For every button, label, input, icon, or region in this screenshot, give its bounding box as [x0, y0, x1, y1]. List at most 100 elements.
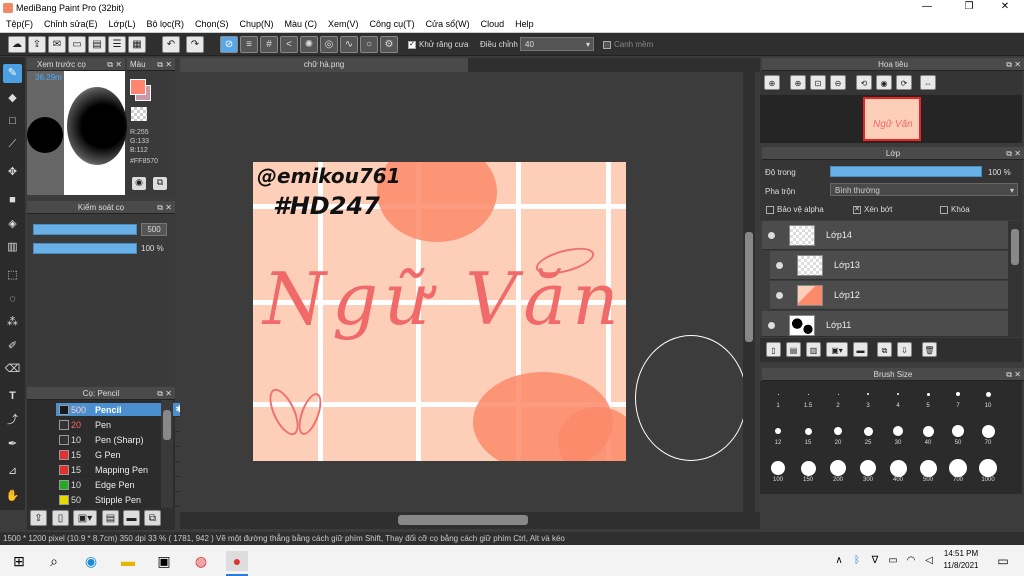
store-icon[interactable]: ▣: [153, 551, 175, 571]
edge-icon[interactable]: ◉: [80, 551, 102, 571]
zoom-in-icon[interactable]: ⊕: [764, 75, 780, 90]
brush-size-cell[interactable]: 50: [943, 422, 973, 452]
cross-snap-icon[interactable]: #: [260, 36, 278, 53]
text-tool-icon[interactable]: T: [3, 387, 22, 406]
vertical-scrollbar[interactable]: [743, 72, 755, 512]
duplicate-icon[interactable]: ⧉: [877, 342, 892, 357]
document-tab[interactable]: chữ hà.png: [180, 58, 468, 72]
lasso-tool-icon[interactable]: ◌: [3, 290, 22, 309]
brush-size-value[interactable]: 500: [141, 223, 167, 236]
circle-snap-icon[interactable]: ○: [360, 36, 378, 53]
close-icon[interactable]: ✕: [1014, 147, 1021, 160]
brush-tool-icon[interactable]: ✎: [3, 64, 22, 83]
select-eraser-icon[interactable]: ⌫: [3, 360, 22, 379]
line-tool-icon[interactable]: ⟋: [3, 135, 22, 154]
horizontal-scrollbar[interactable]: [180, 512, 760, 529]
brush-size-cell[interactable]: 200: [823, 459, 853, 489]
brush-size-cell[interactable]: 10: [973, 385, 1003, 415]
chrome-icon[interactable]: ◍: [190, 551, 212, 571]
brush-opacity-slider[interactable]: [33, 243, 137, 254]
blend-mode-select[interactable]: Bình thường ▾: [830, 183, 1018, 196]
brush-size-slider[interactable]: [33, 224, 137, 235]
fill-rect-tool-icon[interactable]: ■: [3, 191, 22, 210]
brush-list-scrollbar[interactable]: [161, 400, 173, 508]
new-brush-icon[interactable]: ▯: [52, 510, 69, 526]
medibang-icon[interactable]: ●: [226, 551, 248, 571]
eye-icon[interactable]: [776, 292, 783, 299]
brush-size-cell[interactable]: 2: [823, 385, 853, 415]
curve-snap-icon[interactable]: ∿: [340, 36, 358, 53]
eye-icon[interactable]: [768, 232, 775, 239]
list-icon[interactable]: ☰: [108, 36, 126, 53]
bucket-tool-icon[interactable]: ◈: [3, 215, 22, 234]
comment-icon[interactable]: ✉: [48, 36, 66, 53]
close-icon[interactable]: ✕: [165, 58, 172, 71]
rotate-left-icon[interactable]: ⟲: [856, 75, 872, 90]
undo-icon[interactable]: ↶: [162, 36, 180, 53]
grid-icon[interactable]: ▦: [128, 36, 146, 53]
document-icon[interactable]: ▤: [88, 36, 106, 53]
windows-start-icon[interactable]: ⊞: [8, 551, 30, 571]
maximize-button[interactable]: ❐: [954, 1, 984, 15]
clipping-checkbox[interactable]: ✕: [853, 205, 861, 214]
brush-size-cell[interactable]: 400: [883, 459, 913, 489]
foreground-color-swatch[interactable]: [130, 79, 146, 95]
antialias-checkbox[interactable]: ✓: [408, 40, 416, 49]
dropper-tool-icon[interactable]: ✒: [3, 435, 22, 454]
brush-size-cell[interactable]: 100: [763, 459, 793, 489]
fit-icon[interactable]: ⊡: [810, 75, 826, 90]
new-layer-icon[interactable]: ▯: [766, 342, 781, 357]
palette-icon[interactable]: ◉: [132, 177, 146, 190]
popout-icon[interactable]: ⧉: [1006, 147, 1012, 160]
color-swap-icon[interactable]: ⧉: [153, 177, 167, 190]
trash-icon[interactable]: 🗑: [922, 342, 937, 357]
radial-snap-icon[interactable]: ✺: [300, 36, 318, 53]
menu-file[interactable]: Tệp(F): [0, 16, 38, 29]
protect-alpha-checkbox[interactable]: [766, 205, 774, 214]
search-icon[interactable]: ⌕: [43, 551, 65, 571]
brush-size-cell[interactable]: 500: [913, 459, 943, 489]
copy-icon[interactable]: ⧉: [144, 510, 161, 526]
brush-size-cell[interactable]: 3: [853, 385, 883, 415]
close-icon[interactable]: ✕: [1014, 58, 1021, 71]
brush-size-cell[interactable]: 25: [853, 422, 883, 452]
layer-row[interactable]: Lớp12: [770, 281, 1008, 310]
concentric-snap-icon[interactable]: ◎: [320, 36, 338, 53]
reset-rotate-icon[interactable]: ◉: [876, 75, 892, 90]
navigator-thumbnail[interactable]: Ngữ Văn: [863, 97, 921, 141]
menu-view[interactable]: Xem(V): [322, 16, 364, 29]
redo-icon[interactable]: ↷: [186, 36, 204, 53]
popout-icon[interactable]: ⧉: [1006, 58, 1012, 71]
document-icon[interactable]: ▤: [102, 510, 119, 526]
close-icon[interactable]: ✕: [115, 58, 122, 71]
zoom-out-icon[interactable]: ⊖: [830, 75, 846, 90]
close-button[interactable]: ✕: [990, 1, 1020, 15]
select-tool-icon[interactable]: ⬚: [3, 266, 22, 285]
brush-size-cell[interactable]: 20: [823, 422, 853, 452]
menu-snap[interactable]: Chụp(N): [234, 16, 279, 29]
rotate-right-icon[interactable]: ⟳: [896, 75, 912, 90]
gradient-tool-icon[interactable]: ▥: [3, 238, 22, 257]
layer-row[interactable]: Lớp11: [762, 311, 1008, 337]
menu-select[interactable]: Chọn(S): [189, 16, 234, 29]
file-explorer-icon[interactable]: ▬: [117, 551, 139, 571]
transparent-swatch[interactable]: [131, 107, 147, 121]
notifications-icon[interactable]: ▭: [992, 551, 1014, 571]
flip-icon[interactable]: ⇔: [920, 75, 936, 90]
brush-size-cell[interactable]: 70: [973, 422, 1003, 452]
chat-icon[interactable]: ▭: [68, 36, 86, 53]
brush-size-cell[interactable]: 300: [853, 459, 883, 489]
brush-size-cell[interactable]: 12: [763, 422, 793, 452]
close-icon[interactable]: ✕: [165, 201, 172, 214]
brush-size-cell[interactable]: 1.5: [793, 385, 823, 415]
brush-size-cell[interactable]: 1: [763, 385, 793, 415]
close-icon[interactable]: ✕: [165, 387, 172, 400]
menu-edit[interactable]: Chỉnh sửa(E): [38, 16, 103, 29]
adjust-select[interactable]: 40 ▾: [520, 37, 594, 51]
snap-off-icon[interactable]: ⊘: [220, 36, 238, 53]
document-canvas[interactable]: @emikou761 #HD247 Ngữ Văn: [253, 162, 626, 461]
popout-icon[interactable]: ⧉: [1006, 368, 1012, 381]
new-layer-8bit-icon[interactable]: ▤: [786, 342, 801, 357]
menu-help[interactable]: Help: [509, 16, 539, 29]
magic-wand-icon[interactable]: ⁂: [3, 313, 22, 332]
